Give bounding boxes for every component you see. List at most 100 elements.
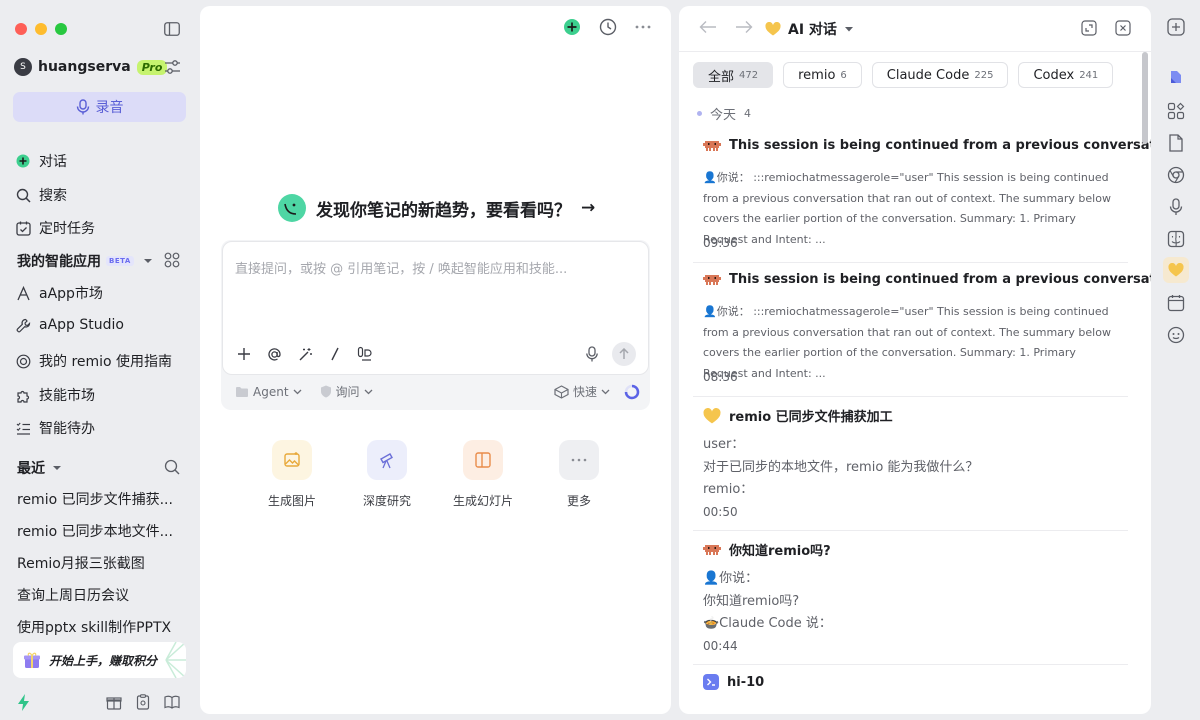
expand-icon[interactable] xyxy=(1081,20,1097,36)
back-arrow-icon[interactable] xyxy=(699,20,717,34)
claude-code-icon xyxy=(703,140,721,151)
conversation-title: hi-10 xyxy=(727,674,765,690)
promo-banner[interactable]: 开始上手，赚取积分 xyxy=(13,642,186,678)
app-item-remio-guide[interactable]: 我的 remio 使用指南 xyxy=(15,351,172,371)
conversation-item[interactable]: This session is being continued from a p… xyxy=(693,264,1151,397)
composer-input[interactable]: 直接提问，或按 @ 引用笔记，按 / 唤起智能应用和技能... xyxy=(235,258,567,277)
calendar-icon[interactable] xyxy=(1167,294,1185,312)
history-clock-icon[interactable] xyxy=(599,18,617,36)
nav-item-scheduled-tasks[interactable]: 定时任务 xyxy=(15,218,95,238)
magic-wand-icon[interactable] xyxy=(298,347,313,362)
gift-outline-icon[interactable] xyxy=(106,694,122,710)
quick-action-generate-slides[interactable]: 生成幻灯片 xyxy=(448,440,518,509)
app-item-smart-todo[interactable]: 智能待办 xyxy=(15,418,95,438)
hero-suggestion[interactable]: 发现你笔记的新趋势，要看看吗？ → xyxy=(278,194,595,222)
assistant-face-icon[interactable] xyxy=(1167,326,1185,344)
settings-sliders-icon[interactable] xyxy=(164,59,181,75)
recent-item[interactable]: 查询上周日历会议 xyxy=(17,585,129,605)
agent-selector[interactable]: Agent xyxy=(235,385,302,399)
recent-item[interactable]: Remio月报三张截图 xyxy=(17,553,145,573)
apps-grid-icon[interactable] xyxy=(164,252,180,268)
recent-item[interactable]: remio 已同步本地文件... xyxy=(17,521,173,541)
close-panel-icon[interactable] xyxy=(1115,20,1131,36)
filter-all[interactable]: 全部 472 xyxy=(693,62,774,88)
send-button[interactable] xyxy=(612,342,636,366)
recent-item[interactable]: remio 已同步文件捕获... xyxy=(17,489,173,509)
conversation-title-row: This session is being continued from a p… xyxy=(703,272,1151,287)
sparkle-decoration-icon xyxy=(165,642,186,678)
filter-claude-code[interactable]: Claude Code 225 xyxy=(871,62,1009,88)
conversation-preview: 👤你说： 你知道remio吗? 🍲Claude Code 说： xyxy=(703,568,832,636)
recent-section-header[interactable]: 最近 xyxy=(17,458,62,478)
scrollbar[interactable] xyxy=(1142,52,1148,144)
app-item-label: 智能待办 xyxy=(39,421,95,437)
forward-arrow-icon[interactable] xyxy=(735,20,753,34)
more-horizontal-icon[interactable] xyxy=(635,25,651,29)
guide-icon xyxy=(15,353,31,369)
finder-icon[interactable] xyxy=(1167,230,1185,248)
quick-action-label: 更多 xyxy=(566,494,591,508)
remio-ai-chat-icon[interactable] xyxy=(1163,257,1189,283)
filter-codex[interactable]: Codex 241 xyxy=(1018,62,1114,88)
gift-icon xyxy=(24,652,40,668)
lightning-icon[interactable] xyxy=(17,694,31,711)
conversation-item[interactable]: 你知道remio吗? 👤你说： 你知道remio吗? 🍲Claude Code … xyxy=(693,532,1128,665)
clipboard-icon[interactable] xyxy=(135,694,151,710)
search-recent-icon[interactable] xyxy=(164,459,180,475)
add-widget-icon[interactable] xyxy=(1167,18,1185,36)
panel-title-dropdown[interactable]: AI 对话 xyxy=(765,19,854,39)
skills-icon[interactable] xyxy=(357,346,373,362)
microphone-icon[interactable] xyxy=(1167,198,1185,216)
document-icon[interactable] xyxy=(1167,134,1185,152)
preview-line: 你知道remio吗? xyxy=(703,593,800,609)
mode-selector[interactable]: 询问 xyxy=(320,383,373,400)
speed-selector[interactable]: 快速 xyxy=(554,383,610,400)
chevron-down-icon xyxy=(364,389,373,394)
quick-action-more[interactable]: 更多 xyxy=(544,440,614,509)
conversation-item[interactable]: remio 已同步文件捕获加工 user： 对于已同步的本地文件，remio 能… xyxy=(693,398,1128,531)
user-profile[interactable]: S huangserva Pro xyxy=(14,58,168,76)
recent-item[interactable]: 使用pptx skill制作PPTX xyxy=(17,617,171,637)
nav-item-chat[interactable]: 对话 xyxy=(15,151,67,171)
record-button[interactable]: 录音 xyxy=(13,92,186,122)
app-item-aapp-market[interactable]: aApp市场 xyxy=(15,283,103,303)
conversation-item[interactable]: hi-10 xyxy=(693,666,1128,714)
quick-action-deep-research[interactable]: 深度研究 xyxy=(352,440,422,509)
filter-count: 472 xyxy=(739,69,759,81)
conversation-item[interactable]: This session is being continued from a p… xyxy=(693,130,1151,263)
slash-command-icon[interactable] xyxy=(329,347,341,361)
nav-item-label: 定时任务 xyxy=(39,221,95,237)
conversation-preview: 👤你说： :::remiochatmessagerole="user" This… xyxy=(703,305,1111,380)
book-icon[interactable] xyxy=(164,694,180,710)
at-mention-icon[interactable] xyxy=(267,347,282,362)
nav-item-search[interactable]: 搜索 xyxy=(15,185,67,205)
caret-down-icon xyxy=(53,466,61,470)
composer[interactable]: 直接提问，或按 @ 引用笔记，按 / 唤起智能应用和技能... xyxy=(222,241,649,375)
app-item-aapp-studio[interactable]: aApp Studio xyxy=(15,317,124,333)
apps-section-header[interactable]: 我的智能应用 BETA xyxy=(17,251,153,271)
plus-icon[interactable] xyxy=(237,347,251,361)
conversation-title-row: 你知道remio吗? xyxy=(703,540,831,559)
conversation-title: This session is being continued from a p… xyxy=(729,138,1151,153)
chrome-browser-icon[interactable] xyxy=(1167,166,1185,184)
conversation-time: 00:44 xyxy=(703,639,738,653)
close-window-button[interactable] xyxy=(15,23,27,35)
app-item-skill-market[interactable]: 技能市场 xyxy=(15,385,95,405)
apps-widget-icon[interactable] xyxy=(1167,102,1185,120)
day-group-header: 今天 4 xyxy=(697,104,751,123)
more-icon xyxy=(559,440,599,480)
maximize-window-button[interactable] xyxy=(55,23,67,35)
sidebar-toggle-icon[interactable] xyxy=(164,22,180,36)
notes-app-icon[interactable] xyxy=(1167,68,1185,86)
microphone-icon[interactable] xyxy=(586,346,598,362)
context-usage-ring-icon[interactable] xyxy=(624,384,640,400)
composer-container: 直接提问，或按 @ 引用笔记，按 / 唤起智能应用和技能... Agent 询问… xyxy=(221,240,650,410)
quick-action-generate-image[interactable]: 生成图片 xyxy=(257,440,327,509)
new-chat-icon[interactable] xyxy=(563,18,581,36)
puzzle-icon xyxy=(15,387,31,403)
conversation-title-row: This session is being continued from a p… xyxy=(703,138,1151,153)
minimize-window-button[interactable] xyxy=(35,23,47,35)
claude-code-icon xyxy=(703,544,721,555)
timeline-dot xyxy=(697,111,702,116)
filter-remio[interactable]: remio 6 xyxy=(783,62,862,88)
